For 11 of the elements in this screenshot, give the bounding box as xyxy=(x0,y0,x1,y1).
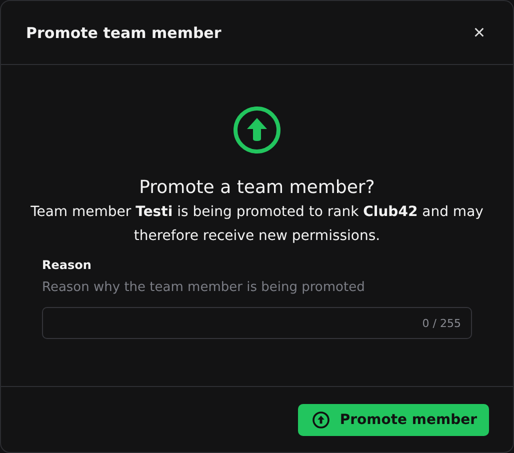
reason-description: Reason why the team member is being promoted xyxy=(42,280,366,295)
reason-field[interactable]: 0 / 255 xyxy=(42,307,472,339)
arrow-up-circle-icon xyxy=(312,410,330,428)
dialog-title: Promote team member xyxy=(26,24,222,42)
confirmation-heading: Promote a team member? xyxy=(139,177,375,198)
arrow-up-circle-icon xyxy=(232,105,282,155)
promote-button[interactable]: Promote member xyxy=(298,404,489,436)
character-counter: 0 / 255 xyxy=(422,316,461,330)
close-button[interactable]: × xyxy=(469,22,489,42)
reason-label: Reason xyxy=(42,258,92,272)
confirmation-message: Team member Testi is being promoted to rank Club42 and may therefore receive new permissions. xyxy=(30,203,484,246)
